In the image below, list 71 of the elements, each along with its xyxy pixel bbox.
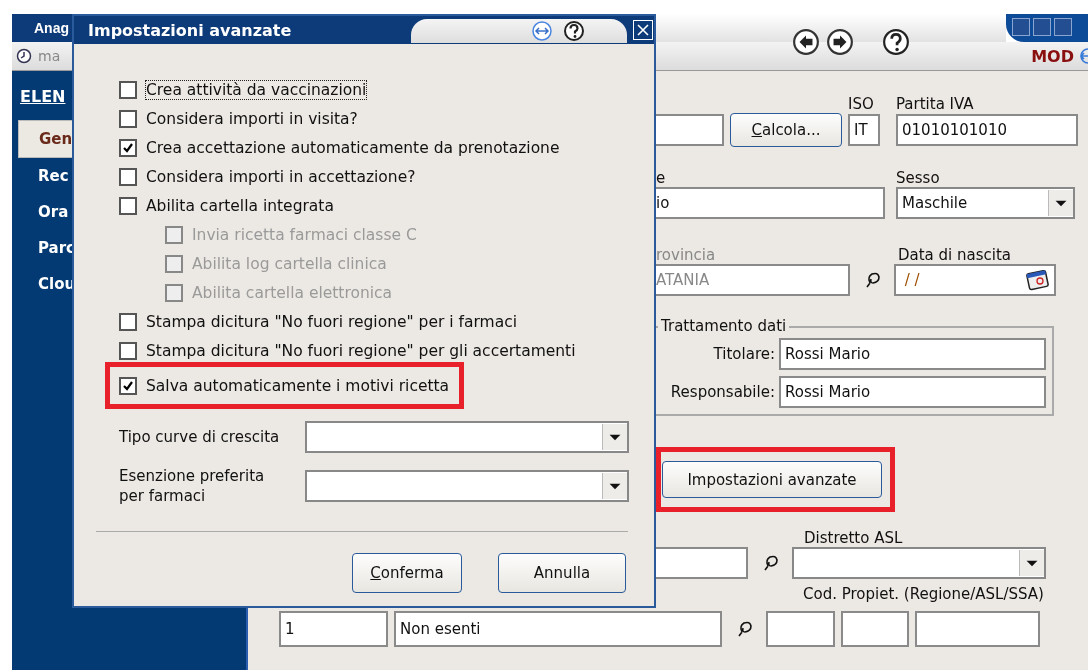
dialog-button[interactable]: Conferma bbox=[352, 553, 462, 593]
code-field[interactable]: 1 bbox=[279, 611, 388, 647]
input-field[interactable] bbox=[656, 114, 724, 146]
help-icon[interactable] bbox=[882, 28, 910, 56]
checkbox-label[interactable]: Stampa dicitura "No fuori regione" per gli accertamenti bbox=[145, 340, 577, 361]
checkbox-label[interactable]: Abilita cartella integrata bbox=[145, 195, 335, 216]
checkmark-icon bbox=[122, 141, 134, 154]
clock-icon[interactable] bbox=[16, 48, 32, 64]
lookup-icon[interactable] bbox=[762, 554, 780, 572]
checkbox[interactable] bbox=[119, 341, 137, 360]
dialog-title: Impostazioni avanzate bbox=[88, 20, 292, 40]
field-label: Cod. Propiet. (Regione/ASL/SSA) bbox=[803, 585, 1044, 603]
checkbox-label[interactable]: Considera importi in visita? bbox=[145, 108, 359, 129]
back-icon[interactable] bbox=[792, 28, 820, 56]
input-field[interactable]: io bbox=[656, 187, 885, 219]
caret-icon[interactable] bbox=[1048, 190, 1073, 216]
date-field[interactable]: / / bbox=[894, 264, 1056, 296]
arrow-icon[interactable] bbox=[1078, 47, 1088, 65]
field-label: e bbox=[656, 169, 667, 187]
field-label: Titolare: bbox=[713, 345, 775, 363]
checkbox-label[interactable]: Salva automaticamente i motivi ricetta bbox=[145, 375, 451, 396]
input-field[interactable] bbox=[841, 611, 909, 647]
field-label: Partita IVA bbox=[896, 95, 974, 113]
field-label: rovincia bbox=[656, 246, 717, 264]
partita-iva-field[interactable]: 01010101010 bbox=[896, 114, 1078, 146]
date-value: / / bbox=[903, 271, 920, 289]
iso-field[interactable]: IT bbox=[848, 114, 880, 146]
field-label: Sesso bbox=[896, 169, 940, 187]
field-label: Data di nascita bbox=[898, 246, 1012, 264]
resize-icon[interactable] bbox=[531, 20, 554, 42]
mode-label: MOD bbox=[1031, 46, 1074, 66]
field-label: Distretto ASL bbox=[804, 529, 903, 547]
window-title: Anag bbox=[34, 20, 69, 36]
field-label: ISO bbox=[848, 95, 875, 113]
checkbox[interactable] bbox=[119, 196, 137, 215]
field-label: Tipo curve di crescita bbox=[119, 427, 281, 447]
checkbox[interactable] bbox=[119, 167, 137, 186]
sidebar-heading[interactable]: ELEN bbox=[20, 87, 66, 106]
input-field[interactable] bbox=[915, 611, 1040, 647]
caret-icon[interactable] bbox=[1019, 550, 1044, 576]
lookup-icon[interactable] bbox=[736, 620, 754, 638]
advanced-settings-button[interactable]: Impostazioni avanzate bbox=[662, 461, 882, 498]
forward-icon[interactable] bbox=[826, 28, 854, 56]
calcola-button[interactable]: Calcola... bbox=[730, 113, 842, 147]
dialog-button[interactable]: Annulla bbox=[498, 553, 626, 593]
checkbox[interactable] bbox=[119, 80, 137, 99]
field-label: Esenzione preferita per farmaci bbox=[119, 466, 266, 506]
sesso-dropdown[interactable]: Maschile bbox=[896, 187, 1075, 219]
checkbox-label[interactable]: Crea accettazione automaticamente da prenotazione bbox=[145, 137, 561, 158]
input-field[interactable] bbox=[656, 547, 748, 579]
toolbar-text: ma bbox=[38, 48, 61, 64]
checkbox[interactable] bbox=[119, 376, 137, 395]
field-label: Responsabile: bbox=[670, 383, 775, 401]
maximize-button[interactable] bbox=[1033, 18, 1051, 36]
caret-icon[interactable] bbox=[602, 424, 627, 450]
checkbox-label[interactable]: Stampa dicitura "No fuori regione" per i farmaci bbox=[145, 311, 518, 332]
input-field[interactable]: Rossi Mario bbox=[779, 376, 1046, 408]
checkbox-label[interactable]: Crea attività da vaccinazioni bbox=[145, 79, 368, 100]
help-icon[interactable] bbox=[563, 20, 586, 42]
caret-icon[interactable] bbox=[602, 473, 627, 499]
checkbox-label[interactable]: Considera importi in accettazione? bbox=[145, 166, 417, 187]
calendar-icon[interactable] bbox=[1026, 269, 1050, 291]
minimize-button[interactable] bbox=[1012, 18, 1030, 36]
checkbox[interactable] bbox=[119, 138, 137, 157]
checkmark-icon bbox=[122, 379, 134, 392]
checkbox[interactable] bbox=[119, 312, 137, 331]
checkbox[interactable] bbox=[119, 109, 137, 128]
input-field[interactable] bbox=[766, 611, 835, 647]
esenzione-field[interactable]: Non esenti bbox=[394, 611, 722, 647]
lookup-icon[interactable] bbox=[864, 271, 882, 289]
input-field[interactable]: Rossi Mario bbox=[779, 338, 1046, 370]
